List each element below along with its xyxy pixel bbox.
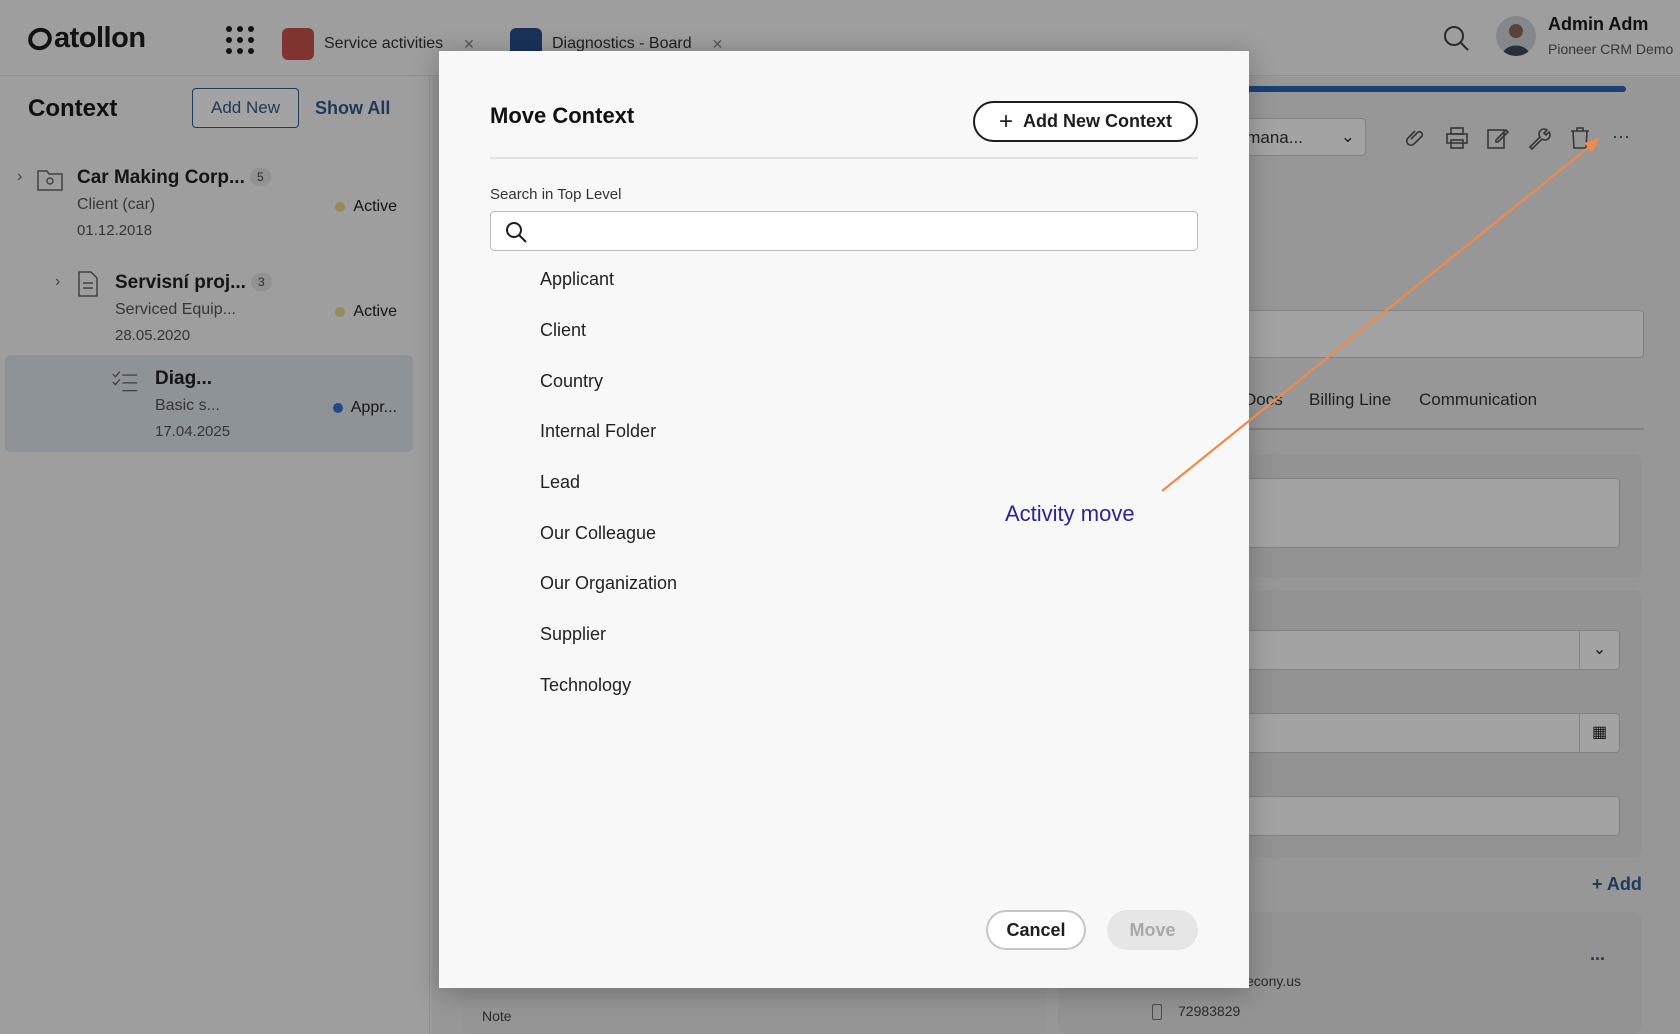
add-new-context-button[interactable]: + Add New Context [973, 101, 1198, 142]
search-field[interactable] [490, 211, 1198, 251]
dialog-title: Move Context [490, 103, 635, 128]
context-type-item[interactable]: Country [540, 371, 603, 392]
cancel-button[interactable]: Cancel [986, 910, 1086, 950]
context-type-item[interactable]: Lead [540, 472, 580, 493]
search-icon [506, 222, 527, 243]
annotation-label: Activity move [1005, 501, 1135, 526]
context-type-item[interactable]: Our Organization [540, 573, 677, 594]
move-button[interactable]: Move [1107, 910, 1198, 950]
search-input[interactable] [537, 216, 1187, 246]
context-type-item[interactable]: Client [540, 320, 586, 341]
context-type-item[interactable]: Technology [540, 675, 631, 696]
plus-icon: + [998, 107, 1013, 135]
add-new-context-label: Add New Context [1023, 111, 1173, 131]
context-type-item[interactable]: Internal Folder [540, 421, 656, 442]
divider [490, 157, 1198, 159]
context-type-item[interactable]: Supplier [540, 624, 606, 645]
search-label: Search in Top Level [490, 186, 622, 203]
context-type-item[interactable]: Applicant [540, 269, 614, 290]
context-type-item[interactable]: Our Colleague [540, 523, 656, 544]
